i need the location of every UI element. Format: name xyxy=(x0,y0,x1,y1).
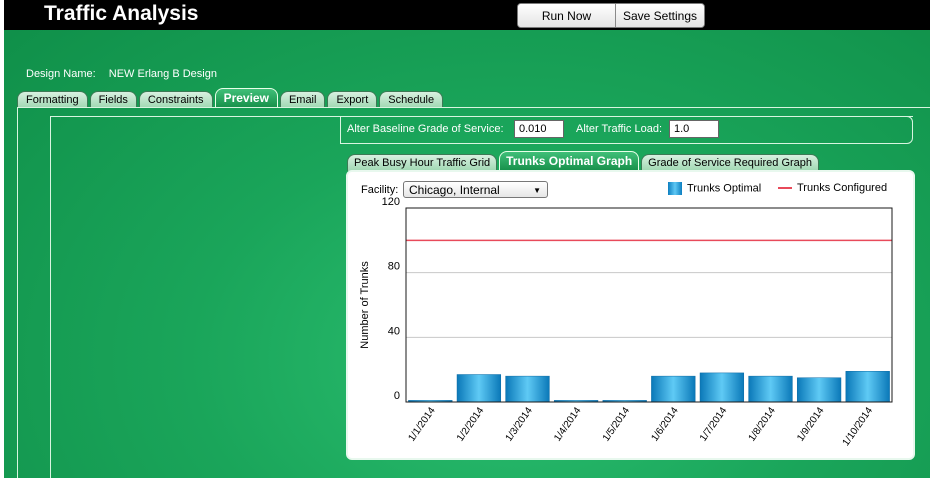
run-now-button[interactable]: Run Now xyxy=(518,4,616,27)
tab-export[interactable]: Export xyxy=(327,91,378,108)
x-tick-label: 1/9/2014 xyxy=(795,405,827,444)
x-tick-label: 1/2/2014 xyxy=(455,405,487,444)
x-tick-label: 1/5/2014 xyxy=(601,405,633,444)
bar xyxy=(845,371,890,403)
app-title: Traffic Analysis xyxy=(44,2,199,25)
bar xyxy=(505,375,550,403)
x-tick-label: 1/1/2014 xyxy=(406,405,438,444)
bar xyxy=(748,375,793,403)
design-name-label: Design Name: xyxy=(26,68,96,80)
trunks-chart: 0 40 80 120 Number of Trunks 1/1/2014 1/2/2014… xyxy=(359,196,893,448)
y-tick-label: 120 xyxy=(382,196,400,208)
graph-tabs: Peak Busy Hour Traffic Grid Trunks Optim… xyxy=(347,149,821,171)
gos-label: Alter Baseline Grade of Service: xyxy=(347,123,504,135)
design-name: Design Name: NEW Erlang B Design xyxy=(26,68,217,80)
main-tabs: Formatting Fields Constraints Preview Em… xyxy=(17,88,445,108)
plot-border xyxy=(405,207,893,403)
x-tick-label: 1/6/2014 xyxy=(649,405,681,444)
bar xyxy=(796,377,842,403)
x-tick-label: 1/7/2014 xyxy=(698,405,730,444)
tab-fields[interactable]: Fields xyxy=(89,91,137,108)
tab-peak-busy-hour-grid[interactable]: Peak Busy Hour Traffic Grid xyxy=(347,154,498,171)
bar xyxy=(456,374,502,403)
bar xyxy=(651,375,696,403)
tab-email[interactable]: Email xyxy=(279,91,326,108)
tab-preview[interactable]: Preview xyxy=(214,88,278,108)
x-tick-label: 1/10/2014 xyxy=(841,405,876,448)
y-axis-label: Number of Trunks xyxy=(359,261,371,349)
gos-input[interactable] xyxy=(514,120,564,138)
tab-grade-of-service-graph[interactable]: Grade of Service Required Graph xyxy=(641,154,820,171)
x-tick-label: 1/8/2014 xyxy=(747,405,779,444)
chart-frame: Facility: Chicago, Internal ▼ Trunks Opt… xyxy=(346,170,915,460)
app-window: Traffic Analysis Run Now Save Settings D… xyxy=(4,0,930,478)
bar xyxy=(699,372,745,403)
toolbar: Run Now Save Settings xyxy=(517,3,705,28)
x-tick-label: 1/3/2014 xyxy=(504,405,536,444)
alter-settings: Alter Baseline Grade of Service: Alter T… xyxy=(340,116,913,144)
save-settings-button[interactable]: Save Settings xyxy=(616,4,704,27)
tab-formatting[interactable]: Formatting xyxy=(17,91,88,108)
title-bar: Traffic Analysis Run Now Save Settings xyxy=(4,0,930,30)
design-name-value: NEW Erlang B Design xyxy=(108,68,217,80)
y-tick-label: 40 xyxy=(388,325,400,337)
tab-trunks-optimal-graph[interactable]: Trunks Optimal Graph xyxy=(499,151,640,171)
tab-schedule[interactable]: Schedule xyxy=(379,91,444,108)
x-tick-label: 1/4/2014 xyxy=(552,405,584,444)
y-tick-label: 80 xyxy=(388,261,400,273)
y-tick-label: 0 xyxy=(394,390,400,402)
traffic-load-label: Alter Traffic Load: xyxy=(576,123,663,135)
tab-constraints[interactable]: Constraints xyxy=(138,91,213,108)
traffic-load-input[interactable] xyxy=(669,120,719,138)
